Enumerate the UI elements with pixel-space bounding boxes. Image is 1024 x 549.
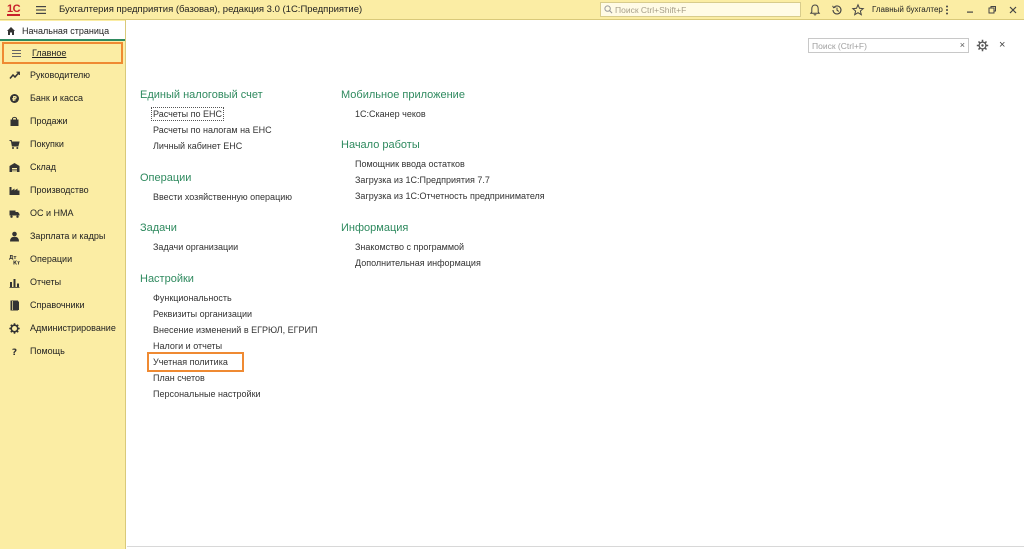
section-title-operations: Операции <box>140 172 192 184</box>
sidebar-item-label: Продажи <box>30 116 68 126</box>
title-bar: 1С Бухгалтерия предприятия (базовая), ре… <box>0 0 1024 20</box>
sidebar-item-bank[interactable]: ₽ Банк и касса <box>0 87 126 109</box>
sidebar-item-main[interactable]: Главное <box>2 42 123 64</box>
more-icon[interactable] <box>940 3 954 17</box>
link-ens-settlements[interactable]: Расчеты по ЕНС <box>151 107 224 121</box>
book-icon <box>10 300 19 311</box>
bottom-divider <box>127 546 1024 547</box>
trend-icon <box>9 71 20 79</box>
main-search-input[interactable] <box>812 39 952 52</box>
help-icon: ? <box>12 348 17 357</box>
link-import-77[interactable]: Загрузка из 1С:Предприятия 7.7 <box>355 175 490 185</box>
factory-icon <box>9 187 20 195</box>
section-title-tasks: Задачи <box>140 222 177 234</box>
sidebar-item-label: Производство <box>30 185 89 195</box>
sidebar-item-help[interactable]: ? Помощь <box>0 340 126 362</box>
settings-gear-icon[interactable] <box>976 39 989 52</box>
sidebar: Начальная страница Главное Руководителю … <box>0 20 126 549</box>
home-tab[interactable]: Начальная страница <box>0 21 125 41</box>
link-import-entrepreneur[interactable]: Загрузка из 1С:Отчетность предпринимател… <box>355 191 545 201</box>
sidebar-item-warehouse[interactable]: Склад <box>0 156 126 178</box>
sidebar-item-production[interactable]: Производство <box>0 179 126 201</box>
section-title-information: Информация <box>341 222 409 234</box>
link-ens-tax-settlements[interactable]: Расчеты по налогам на ЕНС <box>153 125 272 135</box>
link-org-details[interactable]: Реквизиты организации <box>153 309 252 319</box>
global-search-input[interactable] <box>615 3 799 16</box>
link-functionality[interactable]: Функциональность <box>153 293 232 303</box>
restore-icon[interactable] <box>985 3 999 17</box>
cart-icon <box>9 140 20 149</box>
bar-chart-icon <box>9 279 20 288</box>
star-icon[interactable] <box>851 3 865 17</box>
user-name[interactable]: Главный бухгалтер <box>872 5 943 14</box>
sidebar-item-label: Зарплата и кадры <box>30 231 106 241</box>
link-balance-wizard[interactable]: Помощник ввода остатков <box>355 159 465 169</box>
sidebar-item-manager[interactable]: Руководителю <box>0 64 126 86</box>
sidebar-item-reports[interactable]: Отчеты <box>0 271 126 293</box>
section-title-mobile: Мобильное приложение <box>341 89 465 101</box>
truck-icon <box>9 210 20 218</box>
link-additional-info[interactable]: Дополнительная информация <box>355 258 481 268</box>
list-icon <box>12 50 21 57</box>
sidebar-item-label: Склад <box>30 162 57 172</box>
person-icon <box>10 231 19 242</box>
link-egrul-changes[interactable]: Внесение изменений в ЕГРЮЛ, ЕГРИП <box>153 325 317 335</box>
svg-text:?: ? <box>12 348 17 357</box>
gear-icon <box>9 323 20 334</box>
home-icon <box>7 27 15 35</box>
global-search[interactable] <box>600 2 801 17</box>
bag-icon <box>10 116 19 126</box>
sidebar-item-label: Справочники <box>30 300 85 310</box>
bell-icon[interactable] <box>808 3 822 17</box>
link-personal-settings[interactable]: Персональные настройки <box>153 389 261 399</box>
svg-text:₽: ₽ <box>12 95 17 103</box>
link-receipt-scanner[interactable]: 1С:Сканер чеков <box>355 109 426 119</box>
section-title-ens: Единый налоговый счет <box>140 89 263 101</box>
warehouse-icon <box>9 163 20 172</box>
sidebar-item-sales[interactable]: Продажи <box>0 110 126 132</box>
sidebar-item-fixed-assets[interactable]: ОС и НМА <box>0 202 126 224</box>
sidebar-item-label: Главное <box>32 48 67 58</box>
sidebar-item-label: Операции <box>30 254 73 264</box>
link-intro[interactable]: Знакомство с программой <box>355 242 464 252</box>
sidebar-item-label: Помощь <box>30 346 65 356</box>
link-accounting-policy[interactable]: Учетная политика <box>153 357 228 367</box>
main-search[interactable]: × <box>808 38 969 53</box>
close-icon[interactable] <box>1006 3 1020 17</box>
app-logo[interactable]: 1С <box>7 3 29 16</box>
link-org-tasks[interactable]: Задачи организации <box>153 242 238 252</box>
link-chart-of-accounts[interactable]: План счетов <box>153 373 205 383</box>
sidebar-item-label: ОС и НМА <box>30 208 74 218</box>
sidebar-item-salary[interactable]: Зарплата и кадры <box>0 225 126 247</box>
sidebar-item-label: Покупки <box>30 139 64 149</box>
sidebar-item-label: Администрирование <box>30 323 116 333</box>
sidebar-item-administration[interactable]: Администрирование <box>0 317 126 339</box>
menu-icon[interactable] <box>35 4 47 16</box>
link-taxes-reports[interactable]: Налоги и отчеты <box>153 341 222 351</box>
link-ens-cabinet[interactable]: Личный кабинет ЕНС <box>153 141 242 151</box>
clear-search-button[interactable]: × <box>960 40 965 50</box>
sidebar-item-purchases[interactable]: Покупки <box>0 133 126 155</box>
close-page-button[interactable]: × <box>999 39 1005 51</box>
svg-text:Кт: Кт <box>13 261 20 266</box>
sidebar-item-operations[interactable]: Дт Кт Операции <box>0 248 126 270</box>
sidebar-item-label: Руководителю <box>30 70 91 80</box>
section-title-getting-started: Начало работы <box>341 139 420 151</box>
sidebar-item-label: Отчеты <box>30 277 62 287</box>
minimize-icon[interactable] <box>963 3 977 17</box>
app-title: Бухгалтерия предприятия (базовая), редак… <box>59 4 363 15</box>
sidebar-item-label: Банк и касса <box>30 93 83 103</box>
link-enter-operation[interactable]: Ввести хозяйственную операцию <box>153 192 292 202</box>
sidebar-item-directories[interactable]: Справочники <box>0 294 126 316</box>
home-tab-label: Начальная страница <box>22 26 110 36</box>
history-icon[interactable] <box>830 3 844 17</box>
search-icon <box>604 5 613 14</box>
dtkt-icon: ДтКт <box>9 255 20 266</box>
section-title-settings: Настройки <box>140 273 194 285</box>
coin-icon: ₽ <box>10 94 19 103</box>
